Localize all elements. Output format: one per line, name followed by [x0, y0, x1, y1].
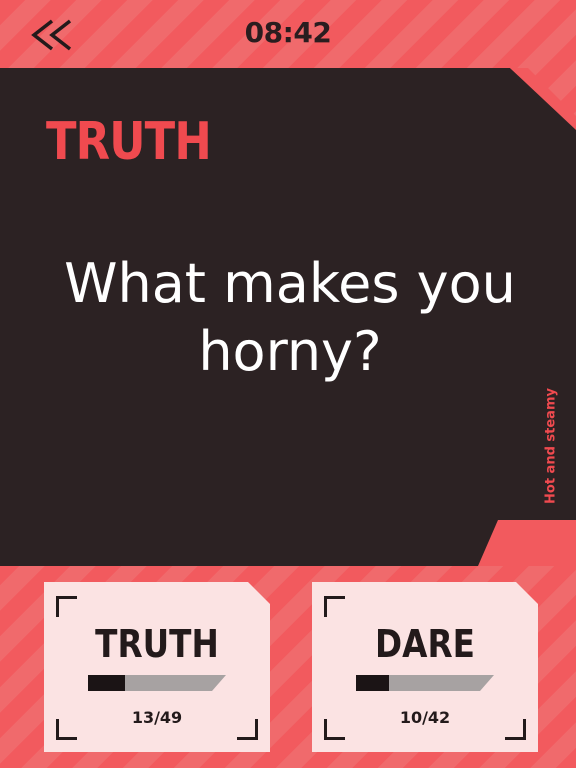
- truth-count: 13/49: [131, 708, 183, 727]
- dare-progress-fill: [356, 675, 390, 691]
- category-label: Hot and steamy: [543, 388, 559, 504]
- mode-title: TRUTH: [46, 112, 212, 172]
- timer: 08:42: [244, 16, 332, 49]
- top-bar: 08:42: [0, 0, 576, 68]
- question-text: What makes you horny?: [64, 252, 516, 383]
- corner-bracket: [324, 596, 345, 617]
- truth-button[interactable]: TRUTH 13/49: [44, 582, 270, 752]
- dare-button[interactable]: DARE 10/42: [312, 582, 538, 752]
- truth-progress-bar: [88, 675, 226, 691]
- dare-label: DARE: [375, 622, 475, 666]
- corner-bracket: [56, 596, 77, 617]
- truth-label: TRUTH: [95, 622, 219, 666]
- dare-count: 10/42: [399, 708, 451, 727]
- truth-progress-fill: [88, 675, 126, 691]
- dare-progress-bar: [356, 675, 494, 691]
